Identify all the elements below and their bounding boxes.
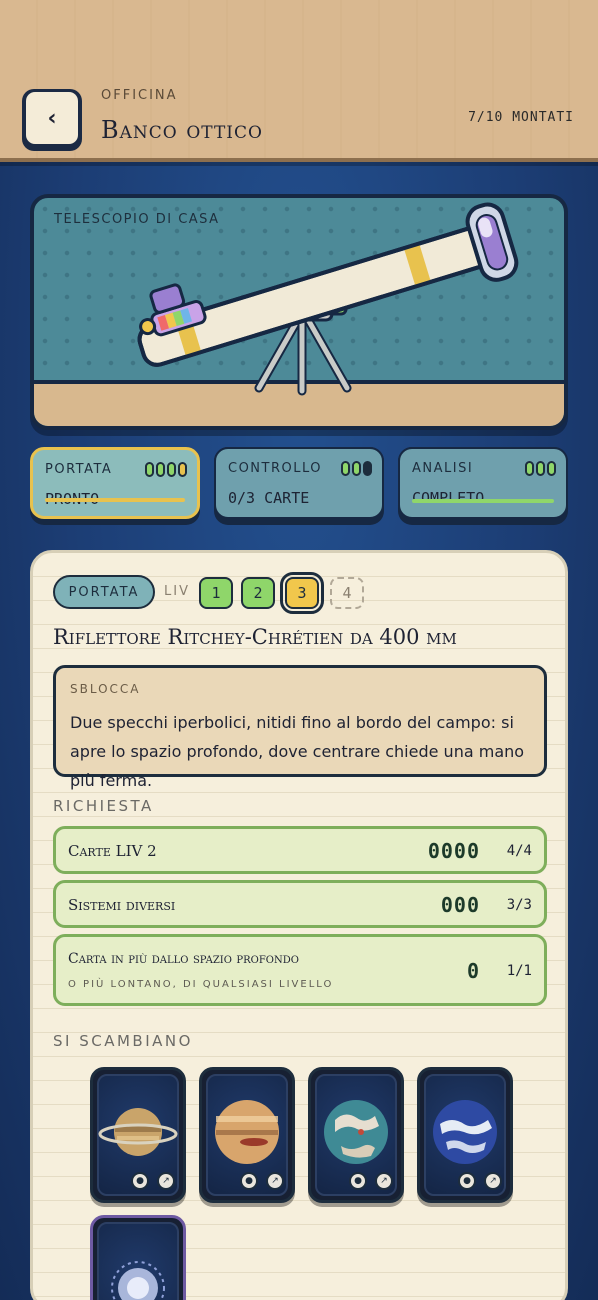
requirement-label: Carte LIV 2 [68, 842, 157, 860]
nebula-icon [111, 1261, 165, 1300]
requirement-count: 4/4 [506, 843, 532, 859]
requirement-sublabel: O PIÙ LONTANO, DI QUALSIASI LIVELLO [68, 979, 334, 990]
requirement-count: 3/3 [506, 897, 532, 913]
level-button-1[interactable]: 1 [199, 577, 233, 609]
stat-card-controllo[interactable]: CONTROLLO 0/3 CARTE [214, 447, 384, 525]
stat-pips [525, 461, 556, 476]
requirement-count: 1/1 [506, 963, 532, 979]
info-dot-icon: ● [349, 1172, 367, 1190]
stat-value: COMPLETO [412, 489, 485, 507]
pip-icon [536, 461, 545, 476]
stat-label: PORTATA [45, 462, 113, 477]
requirement-label: Sistemi diversi [68, 896, 176, 914]
pip-icon [156, 462, 165, 477]
stat-card-portata[interactable]: PORTATA PRONTO [30, 447, 200, 525]
stat-pips [341, 461, 372, 476]
requirement-label: Carta in più dallo spazio profondo [68, 951, 299, 967]
stat-value: 0/3 CARTE [228, 489, 310, 507]
card-ringed-planet[interactable]: ● ↗ [90, 1067, 186, 1203]
stat-icon: ↗ [266, 1172, 284, 1190]
pip-icon [341, 461, 350, 476]
telescope-icon [137, 202, 519, 396]
stat-card-face: ANALISI COMPLETO [398, 447, 568, 519]
item-title: Riflettore Ritchey-Chrétien da 400 mm [53, 625, 457, 649]
requirement-row: Carta in più dallo spazio profondo O PIÙ… [53, 934, 547, 1006]
category-chip: PORTATA [53, 575, 155, 609]
requirement-pips: 0 [466, 959, 480, 983]
stat-label: ANALISI [412, 461, 474, 476]
level-button-2[interactable]: 2 [241, 577, 275, 609]
mounted-count: 7/10 MONTATI [468, 110, 574, 125]
exchange-heading: SI SCAMBIANO [53, 1032, 193, 1050]
info-dot-icon: ● [458, 1172, 476, 1190]
detail-panel: PORTATA LIV 1 2 3 4 Riflettore Ritchey-C… [30, 550, 568, 1300]
pip-icon [363, 461, 372, 476]
info-dot-icon: ● [131, 1172, 149, 1190]
level-label: LIV [164, 584, 190, 599]
stat-progress-bar [412, 499, 554, 503]
header-bar: ‹ OFFICINA Banco ottico 7/10 MONTATI [0, 0, 598, 162]
stat-icon: ↗ [157, 1172, 175, 1190]
requirement-pips: 000 [440, 893, 480, 917]
stat-progress-bar [45, 498, 185, 502]
header-subtitle: OFFICINA [101, 88, 178, 103]
back-chevron-icon: ‹ [26, 92, 78, 144]
card-gas-giant[interactable]: ● ↗ [199, 1067, 295, 1203]
requirements-heading: RICHIESTA [53, 797, 154, 815]
pip-icon [178, 462, 187, 477]
level-button-3[interactable]: 3 [280, 572, 324, 614]
card-ocean-planet[interactable]: ● ↗ [308, 1067, 404, 1203]
stat-card-face: CONTROLLO 0/3 CARTE [214, 447, 384, 519]
page-title: Banco ottico [101, 116, 263, 144]
stat-card-analisi[interactable]: ANALISI COMPLETO [398, 447, 568, 525]
pip-icon [352, 461, 361, 476]
level-button-4[interactable]: 4 [330, 577, 364, 609]
info-dot-icon: ● [240, 1172, 258, 1190]
card-storm-planet[interactable]: ● ↗ [417, 1067, 513, 1203]
pip-icon [525, 461, 534, 476]
stat-pips [145, 462, 187, 477]
pip-icon [547, 461, 556, 476]
unlock-box: SBLOCCA Due specchi iperbolici, nitidi f… [53, 665, 547, 790]
card-nebula[interactable]: ● ↗ ● [90, 1215, 186, 1300]
requirement-pips: 0000 [427, 839, 480, 863]
stat-label: CONTROLLO [228, 461, 322, 476]
pip-icon [145, 462, 154, 477]
back-button[interactable]: ‹ [22, 89, 82, 151]
stat-icon: ↗ [484, 1172, 502, 1190]
requirement-row: Carte LIV 2 0000 4/4 [53, 826, 547, 874]
telescope-scene: TELESCOPIO DI CASA [30, 194, 568, 430]
unlock-label: SBLOCCA [70, 682, 141, 696]
unlock-text: Due specchi iperbolici, nitidi fino al b… [70, 713, 525, 790]
requirement-row: Sistemi diversi 000 3/3 [53, 880, 547, 928]
pip-icon [167, 462, 176, 477]
stat-card-face: PORTATA PRONTO [30, 447, 200, 519]
stat-icon: ↗ [375, 1172, 393, 1190]
